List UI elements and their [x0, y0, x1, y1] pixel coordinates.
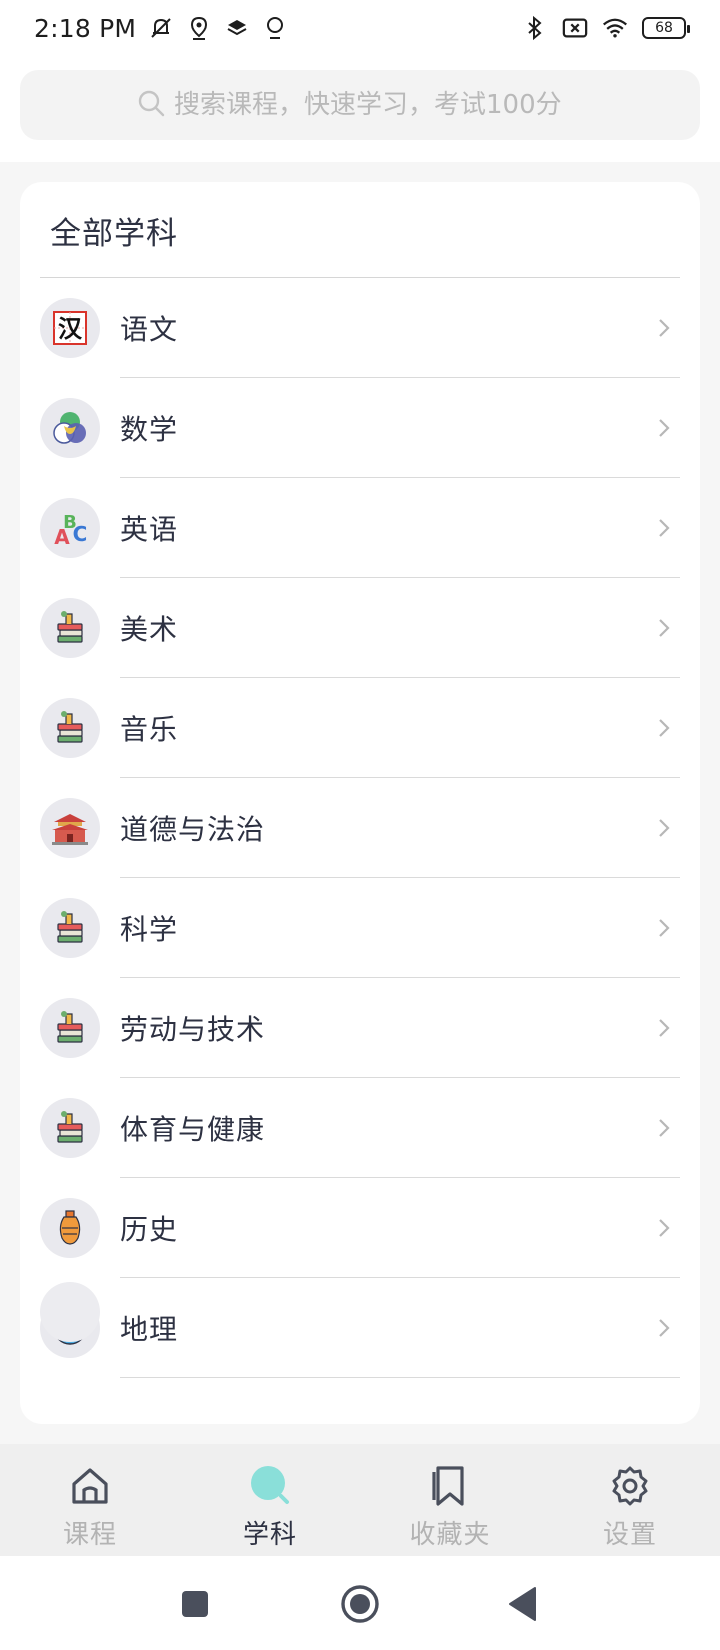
chevron-right-icon [659, 319, 670, 337]
abc-letters-icon: A B C [40, 498, 100, 558]
battery-indicator: 68 [642, 17, 690, 39]
home-button[interactable] [332, 1576, 388, 1632]
bluetooth-icon [522, 15, 548, 41]
search-input[interactable] [174, 90, 584, 120]
hanzi-icon: 汉 [40, 298, 100, 358]
subject-row-english[interactable]: A B C 英语 [20, 478, 700, 578]
gear-icon [606, 1462, 654, 1510]
subject-label: 劳动与技术 [120, 1013, 266, 1046]
books-stack-icon [40, 1098, 100, 1158]
svg-text:C: C [73, 522, 88, 546]
status-time: 2:18 PM [34, 13, 137, 43]
bottom-tab-bar: 课程 学科 收藏夹 设置 [0, 1444, 720, 1556]
subject-label: 美术 [120, 613, 179, 646]
chevron-right-icon [659, 819, 670, 837]
chevron-right-icon [659, 519, 670, 537]
subject-label: 科学 [120, 913, 179, 946]
subject-row-geography[interactable]: 地理 [20, 1278, 700, 1378]
lightbulb-icon [262, 15, 288, 41]
tab-settings[interactable]: 设置 [540, 1444, 720, 1556]
tab-subjects[interactable]: 学科 [180, 1444, 360, 1556]
subject-row-labor-tech[interactable]: 劳动与技术 [20, 978, 700, 1078]
tab-favorites[interactable]: 收藏夹 [360, 1444, 540, 1556]
status-right: 68 [522, 15, 690, 41]
subject-row-math[interactable]: 数学 [20, 378, 700, 478]
location-icon [186, 15, 212, 41]
subject-row-science[interactable]: 科学 [20, 878, 700, 978]
chevron-right-icon [659, 919, 670, 937]
svg-text:汉: 汉 [58, 315, 83, 343]
books-stack-icon [40, 598, 100, 658]
subject-label: 数学 [120, 413, 179, 446]
tab-label: 设置 [602, 1520, 657, 1550]
subject-label: 英语 [120, 513, 179, 546]
subject-row-music[interactable]: 音乐 [20, 678, 700, 778]
tab-label: 课程 [62, 1520, 117, 1550]
palace-icon [40, 798, 100, 858]
status-left: 2:18 PM [34, 14, 288, 43]
subject-list: 汉 语文 数学 A B C 英语 美术 音乐 道德与法治 科学 劳动与技术 体育… [20, 278, 700, 1378]
chevron-right-icon [659, 1019, 670, 1037]
subject-row-chinese[interactable]: 汉 语文 [20, 278, 700, 378]
tab-label: 学科 [242, 1520, 297, 1550]
venn-diagram-icon [40, 398, 100, 458]
books-stack-icon [40, 698, 100, 758]
subject-label: 体育与健康 [120, 1113, 266, 1146]
search-header [0, 56, 720, 162]
chevron-right-icon [659, 1319, 670, 1337]
layers-icon [224, 15, 250, 41]
subject-row-history[interactable]: 历史 [20, 1178, 700, 1278]
recent-apps-button[interactable] [167, 1576, 223, 1632]
subject-row-pe-health[interactable]: 体育与健康 [20, 1078, 700, 1178]
subject-label: 语文 [120, 313, 179, 346]
mute-bell-icon [148, 15, 174, 41]
chevron-right-icon [659, 1119, 670, 1137]
chevron-right-icon [659, 419, 670, 437]
subjects-card: 全部学科 汉 语文 数学 A B C 英语 美术 音乐 道德与法治 科学 劳动与… [20, 182, 700, 1424]
card-title: 全部学科 [50, 216, 178, 252]
subject-label: 音乐 [120, 713, 179, 746]
search-icon [136, 88, 166, 122]
chevron-right-icon [659, 1219, 670, 1237]
partial-subject-avatar [40, 1282, 100, 1342]
wifi-icon [602, 15, 628, 41]
subject-label: 道德与法治 [120, 813, 266, 846]
home-icon [66, 1462, 114, 1510]
subject-label: 地理 [120, 1313, 179, 1346]
chevron-right-icon [659, 619, 670, 637]
subject-row-art[interactable]: 美术 [20, 578, 700, 678]
tab-label: 收藏夹 [409, 1520, 491, 1550]
books-stack-icon [40, 998, 100, 1058]
tab-courses[interactable]: 课程 [0, 1444, 180, 1556]
triangle-back-icon [509, 1587, 536, 1621]
search-icon [246, 1462, 294, 1510]
status-bar: 2:18 PM 68 [0, 0, 720, 56]
subject-row-morality-law[interactable]: 道德与法治 [20, 778, 700, 878]
circle-icon [341, 1585, 379, 1623]
subject-label: 历史 [120, 1213, 179, 1246]
app-screen: 2:18 PM 68 搜索课程，快速学习，考试100分 全部学科 汉 语文 数学… [0, 0, 720, 1650]
back-button[interactable] [495, 1576, 551, 1632]
chevron-right-icon [659, 719, 670, 737]
vase-icon [40, 1198, 100, 1258]
system-nav-bar [0, 1556, 720, 1650]
books-stack-icon [40, 898, 100, 958]
bookmark-icon [426, 1462, 474, 1510]
no-sim-icon [562, 15, 588, 41]
square-icon [182, 1591, 208, 1617]
search-bar[interactable] [20, 70, 700, 140]
